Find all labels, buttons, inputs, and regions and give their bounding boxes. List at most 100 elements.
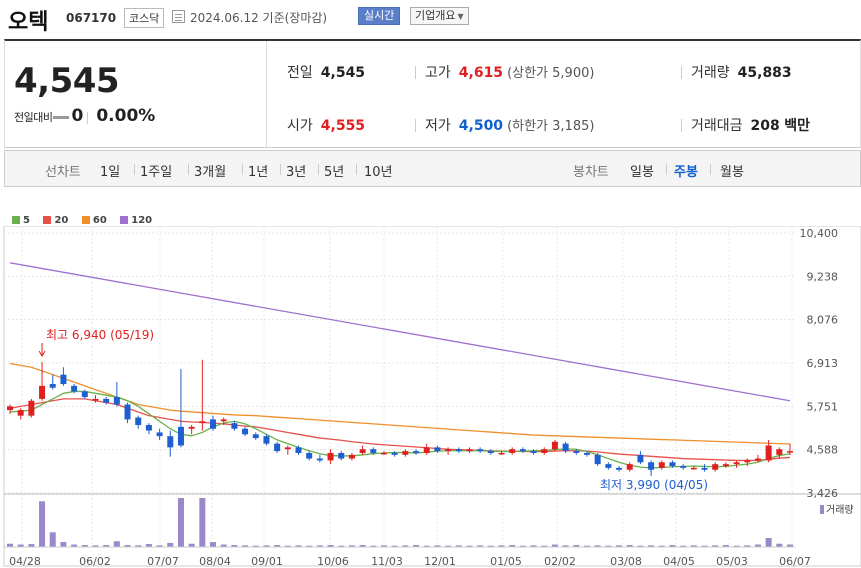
chart-frame bbox=[3, 226, 861, 567]
candle bbox=[252, 432, 259, 440]
volume-bar bbox=[113, 541, 120, 547]
calendar-icon bbox=[172, 10, 185, 23]
period-1y[interactable]: 1년 bbox=[248, 161, 268, 180]
x-tick-label: 07/07 bbox=[147, 555, 179, 568]
candle-body bbox=[701, 467, 708, 470]
high-annotation: 최고 6,940 (05/19) bbox=[46, 328, 154, 342]
candle-body bbox=[413, 451, 420, 453]
candle-body bbox=[359, 449, 366, 453]
volume-legend-swatch bbox=[820, 505, 824, 514]
candle-body bbox=[39, 385, 46, 399]
candle bbox=[49, 374, 56, 390]
candle-body bbox=[199, 421, 206, 424]
candle-body bbox=[487, 451, 494, 453]
volume-bar bbox=[60, 542, 67, 547]
x-tick-label: 12/01 bbox=[424, 555, 456, 568]
candle-body bbox=[637, 454, 644, 463]
candle bbox=[316, 454, 323, 463]
candle-body bbox=[498, 452, 505, 455]
period-10y[interactable]: 10년 bbox=[364, 161, 393, 180]
volume-bar bbox=[167, 542, 174, 547]
candle-body bbox=[92, 398, 99, 401]
candle-body bbox=[594, 454, 601, 465]
candle bbox=[466, 447, 473, 453]
candle-chart-label: 봉차트 bbox=[573, 165, 609, 180]
realtime-button[interactable]: 실시간 bbox=[358, 7, 401, 25]
price-change: 전일대비 0 0.00% bbox=[14, 106, 156, 126]
candle-body bbox=[284, 447, 291, 450]
stock-code: 067170 bbox=[66, 11, 117, 25]
price-summary: 4,545 전일대비 0 0.00% 전일 4,545 고가 4,615 (상한가 5,9… bbox=[4, 39, 861, 148]
x-tick-label: 06/07 bbox=[779, 555, 811, 568]
candle-body bbox=[17, 410, 24, 416]
candle bbox=[616, 466, 623, 472]
chart-period-bar: 선차트 1일 1주일 3개월 1년 3년 5년 10년 봉차트 일봉 주봉 월봉 bbox=[4, 150, 861, 187]
x-tick-label: 08/04 bbox=[199, 555, 231, 568]
candle-body bbox=[60, 374, 67, 384]
volume: 거래량 45,883 bbox=[691, 65, 792, 81]
candle-body bbox=[402, 451, 409, 455]
candle-body bbox=[423, 447, 430, 453]
legend-ma120: 120 bbox=[120, 215, 152, 226]
candle-daily[interactable]: 일봉 bbox=[630, 161, 654, 180]
period-3y[interactable]: 3년 bbox=[286, 161, 306, 180]
candle-weekly[interactable]: 주봉 bbox=[674, 161, 698, 180]
candle bbox=[594, 452, 601, 467]
candle-body bbox=[455, 449, 462, 452]
candle-body bbox=[380, 452, 387, 455]
ma5-line bbox=[9, 390, 791, 469]
x-tick-label: 02/02 bbox=[544, 555, 576, 568]
candle bbox=[712, 462, 719, 472]
candle-body bbox=[391, 452, 398, 455]
candle bbox=[680, 464, 687, 470]
line-chart-label: 선차트 bbox=[45, 165, 81, 180]
ma60-line bbox=[9, 362, 791, 445]
x-tick-label: 04/05 bbox=[663, 555, 695, 568]
candle-body bbox=[81, 391, 88, 398]
candle bbox=[124, 402, 131, 424]
dropdown-caret-icon: ▼ bbox=[457, 12, 464, 21]
candle-body bbox=[156, 432, 163, 437]
volume-bar bbox=[39, 501, 46, 547]
candle-body bbox=[605, 464, 612, 468]
legend-ma20: 20 bbox=[43, 215, 68, 226]
company-overview-button[interactable]: 기업개요 ▼ bbox=[410, 7, 469, 25]
candle-body bbox=[113, 397, 120, 405]
current-price-box: 4,545 전일대비 0 0.00% bbox=[5, 41, 267, 147]
y-tick-label: 9,238 bbox=[807, 270, 839, 283]
candle-body bbox=[530, 451, 537, 453]
x-tick-label: 01/05 bbox=[490, 555, 522, 568]
candle bbox=[327, 449, 334, 465]
candle-body bbox=[519, 449, 526, 452]
candle-body bbox=[370, 449, 377, 453]
period-5y[interactable]: 5년 bbox=[324, 161, 344, 180]
candle-body bbox=[103, 398, 110, 403]
x-tick-label: 09/01 bbox=[251, 555, 283, 568]
candle bbox=[338, 451, 345, 461]
period-1d[interactable]: 1일 bbox=[100, 161, 120, 180]
candle-body bbox=[754, 458, 761, 461]
candle-body bbox=[71, 385, 78, 392]
candle-body bbox=[573, 451, 580, 453]
candle-body bbox=[338, 452, 345, 459]
period-3m[interactable]: 3개월 bbox=[194, 161, 226, 180]
candle-monthly[interactable]: 월봉 bbox=[720, 161, 744, 180]
candle-body bbox=[680, 466, 687, 468]
candle bbox=[391, 451, 398, 457]
candle bbox=[455, 447, 462, 453]
candle-body bbox=[434, 447, 441, 452]
x-tick-label: 04/28 bbox=[9, 555, 41, 568]
volume-legend-label: 거래량 bbox=[826, 504, 854, 516]
period-1w[interactable]: 1주일 bbox=[140, 161, 172, 180]
candle-body bbox=[7, 406, 13, 411]
y-tick-label: 8,076 bbox=[807, 314, 839, 327]
stock-chart[interactable]: 10,400 9,238 8,076 6,913 5,751 4,588 3,426 04/2… bbox=[0, 226, 861, 568]
candle bbox=[242, 426, 249, 437]
candle bbox=[776, 447, 783, 459]
candle bbox=[145, 423, 152, 435]
candle-body bbox=[541, 449, 548, 453]
candle-body bbox=[316, 458, 323, 461]
volume-bar bbox=[49, 532, 56, 547]
legend-ma60: 60 bbox=[81, 215, 107, 226]
y-tick-label: 4,588 bbox=[807, 444, 839, 457]
